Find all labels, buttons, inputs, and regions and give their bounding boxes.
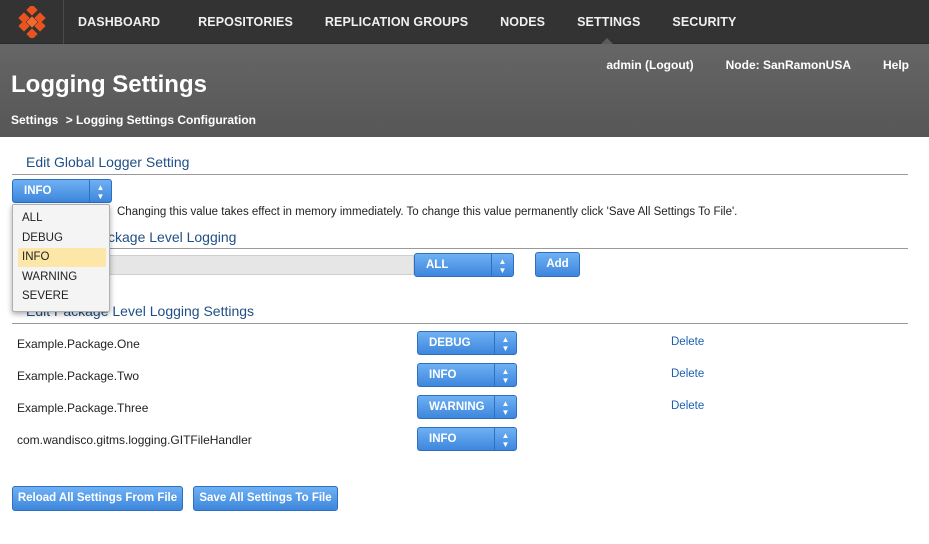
nav-repositories[interactable]: REPOSITORIES: [174, 0, 307, 44]
package-level-value: WARNING: [429, 401, 485, 413]
wandisco-logo-icon: [18, 6, 46, 38]
select-arrows-icon: ▲ ▼: [494, 332, 516, 354]
package-name-row-4: com.wandisco.gitms.logging.GITFileHandle…: [17, 433, 252, 447]
save-settings-button[interactable]: Save All Settings To File: [193, 486, 338, 511]
section-divider: [12, 323, 908, 324]
global-logger-title: Edit Global Logger Setting: [26, 154, 190, 170]
nav-security[interactable]: SECURITY: [654, 0, 750, 44]
delete-link-row-1[interactable]: Delete: [671, 336, 704, 348]
package-level-select-row-1[interactable]: DEBUG ▲ ▼: [417, 331, 517, 355]
node-label: Node: SanRamonUSA: [725, 58, 851, 72]
package-name-input[interactable]: [108, 255, 414, 275]
reload-settings-button[interactable]: Reload All Settings From File: [12, 486, 183, 511]
dropdown-option-warning[interactable]: WARNING: [13, 268, 109, 287]
breadcrumb-settings[interactable]: Settings: [11, 113, 58, 127]
select-arrows-icon: ▲ ▼: [494, 364, 516, 386]
package-level-value: DEBUG: [429, 337, 471, 349]
user-links: admin (Logout) Node: SanRamonUSA Help: [606, 58, 909, 72]
global-level-dropdown: ALL DEBUG INFO WARNING SEVERE: [12, 204, 110, 312]
main-nav: DASHBOARD REPOSITORIES REPLICATION GROUP…: [64, 0, 750, 45]
section-divider: [12, 248, 908, 249]
page-title: Logging Settings: [11, 71, 207, 98]
package-level-value: INFO: [429, 433, 457, 445]
global-level-select[interactable]: INFO ▲ ▼: [12, 179, 112, 203]
delete-link-row-3[interactable]: Delete: [671, 400, 704, 412]
add-package-title: ckage Level Logging: [108, 229, 237, 245]
select-arrows-icon: ▲ ▼: [491, 254, 513, 276]
top-nav-bar: DASHBOARD REPOSITORIES REPLICATION GROUP…: [0, 0, 929, 45]
package-name-row-3: Example.Package.Three: [17, 401, 149, 415]
logo[interactable]: [0, 0, 64, 44]
package-name-row-1: Example.Package.One: [17, 337, 140, 351]
package-level-value: INFO: [429, 369, 457, 381]
delete-link-row-2[interactable]: Delete: [671, 368, 704, 380]
help-link[interactable]: Help: [883, 58, 909, 72]
breadcrumb-current: > Logging Settings Configuration: [65, 113, 256, 127]
dropdown-option-severe[interactable]: SEVERE: [13, 287, 109, 306]
package-level-select-row-4[interactable]: INFO ▲ ▼: [417, 427, 517, 451]
nav-settings[interactable]: SETTINGS: [559, 0, 654, 45]
global-level-value: INFO: [24, 185, 52, 197]
add-package-button[interactable]: Add: [535, 252, 580, 277]
nav-dashboard[interactable]: DASHBOARD: [64, 0, 174, 44]
nav-replication-groups[interactable]: REPLICATION GROUPS: [307, 0, 482, 44]
dropdown-option-info[interactable]: INFO: [18, 248, 106, 267]
package-name-row-2: Example.Package.Two: [17, 369, 140, 383]
breadcrumb: Settings > Logging Settings Configuratio…: [11, 113, 260, 127]
nav-nodes[interactable]: NODES: [482, 0, 559, 44]
global-level-note: Changing this value takes effect in memo…: [117, 206, 738, 218]
select-arrows-icon: ▲ ▼: [494, 396, 516, 418]
section-divider: [12, 174, 908, 175]
add-package-level-value: ALL: [426, 259, 449, 271]
page-header: Logging Settings Settings > Logging Sett…: [0, 44, 929, 137]
select-arrows-icon: ▲ ▼: [89, 180, 111, 202]
dropdown-option-all[interactable]: ALL: [13, 209, 109, 228]
add-package-level-select[interactable]: ALL ▲ ▼: [414, 253, 514, 277]
dropdown-option-debug[interactable]: DEBUG: [13, 229, 109, 248]
select-arrows-icon: ▲ ▼: [494, 428, 516, 450]
logout-link[interactable]: admin (Logout): [606, 58, 693, 72]
package-level-select-row-2[interactable]: INFO ▲ ▼: [417, 363, 517, 387]
package-level-select-row-3[interactable]: WARNING ▲ ▼: [417, 395, 517, 419]
